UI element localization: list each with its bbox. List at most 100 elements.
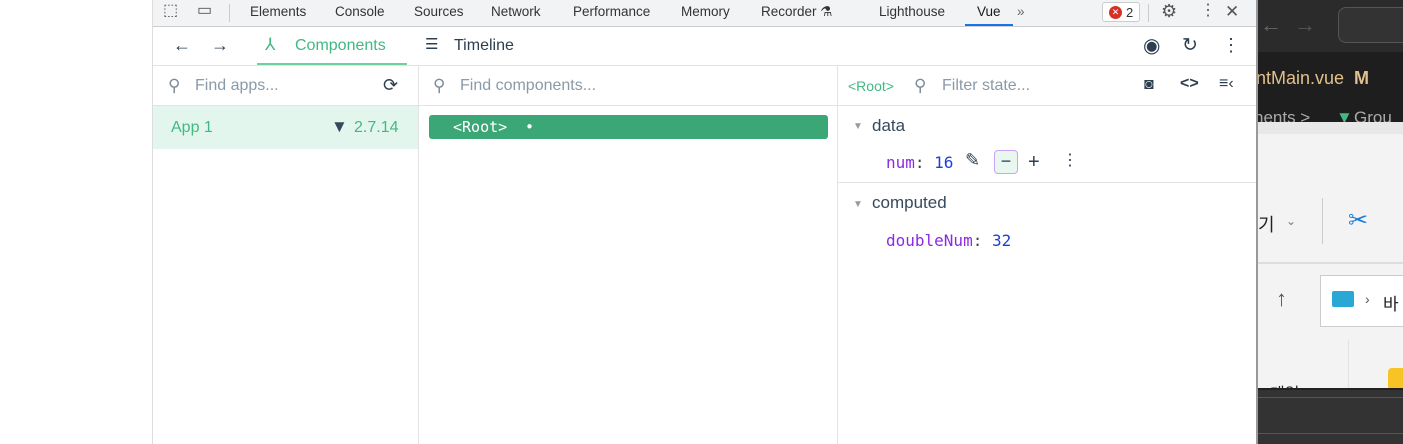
vue-file-icon: ▼: [1336, 108, 1353, 122]
divider: [1148, 4, 1149, 22]
tab-recorder[interactable]: Recorder ⚗: [761, 4, 832, 20]
error-badge[interactable]: ✕ 2: [1102, 2, 1140, 22]
active-tab-indicator: [965, 24, 1013, 26]
tab-vue[interactable]: Vue: [977, 4, 1001, 19]
editor-breadcrumb: nents > ▼ Grou: [1258, 104, 1403, 122]
folder-icon: [1388, 368, 1403, 390]
folder-icon: [1332, 291, 1354, 307]
editor-file-name: ntMain.vue: [1256, 68, 1345, 88]
inspect-dom-icon[interactable]: ◙: [1144, 77, 1154, 93]
tab-recorder-label: Recorder: [761, 4, 817, 19]
section-title: computed: [872, 193, 947, 212]
field-more-icon[interactable]: ⋮: [1062, 153, 1078, 169]
editor-file-status: M: [1354, 68, 1369, 88]
expand-triangle-icon[interactable]: ▼: [853, 199, 863, 210]
section-title: data: [872, 116, 906, 135]
devtools-tab-bar: ⬚ ▭ Elements Console Sources Network Per…: [153, 0, 1256, 27]
address-bar: [1338, 7, 1403, 43]
vue-logo-icon: ▼: [331, 117, 348, 136]
find-apps-input[interactable]: Find apps...: [195, 77, 279, 95]
expand-triangle-icon[interactable]: ▼: [853, 121, 863, 132]
refresh-apps-icon[interactable]: ⟳: [383, 76, 398, 94]
tab-sources[interactable]: Sources: [414, 4, 464, 19]
divider: [1322, 198, 1323, 244]
more-tabs-icon[interactable]: »: [1017, 4, 1025, 19]
breadcrumb-text: nents >: [1258, 108, 1311, 122]
breadcrumb-text: Grou: [1354, 108, 1392, 122]
tab-lighthouse[interactable]: Lighthouse: [879, 4, 945, 19]
tab-performance[interactable]: Performance: [573, 4, 650, 19]
state-panel: <Root> ⚲ Filter state... ◙ <> ≡‹ ▼ data …: [838, 66, 1257, 444]
apps-search-bar: ⚲ Find apps... ⟳: [153, 66, 418, 106]
editor-tab: ntMain.vue M: [1258, 52, 1403, 104]
select-component-target-icon[interactable]: ◉: [1143, 36, 1160, 56]
search-icon: ⚲: [914, 76, 927, 95]
tab-memory[interactable]: Memory: [681, 4, 730, 19]
app-name: App 1: [171, 119, 213, 136]
search-icon: ⚲: [433, 76, 446, 95]
explorer-address-bar: › 바: [1320, 275, 1403, 327]
flask-icon: ⚗: [820, 4, 833, 19]
divider: [1258, 262, 1403, 264]
background-windows: ← → ntMain.vue M nents > ▼ Grou 기 ⌄ ✂ ↑ …: [1256, 0, 1403, 444]
field-key: num: [886, 153, 915, 172]
decrement-button[interactable]: −: [994, 150, 1018, 174]
korean-label: 기: [1258, 215, 1275, 235]
tab-components[interactable]: ⅄ Components: [257, 27, 407, 65]
tab-console[interactable]: Console: [335, 4, 385, 19]
chevron-down-icon: ⌄: [1286, 214, 1297, 228]
browser-toolbar: ← →: [1258, 0, 1403, 52]
field-key: doubleNum: [886, 231, 973, 250]
refresh-icon[interactable]: ↻: [1182, 36, 1198, 55]
timeline-label: Timeline: [454, 37, 514, 54]
taskbar: [1258, 388, 1403, 444]
device-toolbar-icon[interactable]: ▭: [197, 3, 212, 19]
inspect-element-icon[interactable]: ⬚: [163, 3, 178, 19]
state-section-computed: ▼ computed doubleNum: 32: [838, 184, 1257, 264]
collapse-icon[interactable]: ≡‹: [1219, 76, 1234, 92]
find-components-input[interactable]: Find components...: [460, 77, 596, 95]
timeline-icon: ☰: [425, 36, 439, 53]
tab-timeline[interactable]: ☰ Timeline: [423, 27, 533, 65]
apps-panel: ⚲ Find apps... ⟳ App 1 ▼ 2.7.14: [153, 66, 419, 444]
selected-component-name: <Root>: [848, 78, 894, 94]
up-arrow-icon: ↑: [1276, 286, 1287, 311]
vue-toolbar: ← → ⅄ Components ☰ Timeline ◉ ↻ ⋮: [153, 27, 1256, 66]
search-icon: ⚲: [168, 76, 181, 95]
more-menu-icon[interactable]: ⋮: [1222, 36, 1240, 54]
chevron-right-icon: ›: [1365, 291, 1370, 307]
path-segment: 바: [1383, 295, 1399, 314]
increment-button[interactable]: +: [1028, 152, 1040, 172]
vue-devtools: ⬚ ▭ Elements Console Sources Network Per…: [152, 0, 1257, 444]
state-section-data: ▼ data num: 16 ✎ − + ⋮: [838, 106, 1257, 183]
back-arrow-icon[interactable]: ←: [173, 36, 191, 54]
component-dot: •: [525, 118, 535, 136]
back-arrow-icon: ←: [1260, 12, 1282, 37]
field-value: 16: [934, 153, 954, 172]
component-name: <Root>: [453, 118, 508, 136]
open-in-editor-icon[interactable]: <>: [1180, 76, 1199, 92]
components-tree-icon: ⅄: [265, 35, 276, 54]
filter-state-input[interactable]: Filter state...: [942, 77, 1030, 95]
window-edge: [1258, 122, 1403, 134]
state-field-doublenum: doubleNum: 32: [886, 231, 1012, 250]
more-options-icon[interactable]: ⋮: [1200, 3, 1216, 19]
error-count: 2: [1126, 5, 1134, 20]
divider: [229, 4, 230, 22]
field-value: 32: [991, 231, 1012, 250]
state-field-num: num: 16: [886, 153, 954, 172]
components-panel: ⚲ Find components... <Root> •: [419, 66, 838, 444]
tab-network[interactable]: Network: [491, 4, 541, 19]
state-header: <Root> ⚲ Filter state... ◙ <> ≡‹: [838, 66, 1257, 106]
tab-elements[interactable]: Elements: [250, 4, 306, 19]
components-label: Components: [295, 37, 386, 54]
error-icon: ✕: [1109, 6, 1122, 19]
settings-gear-icon[interactable]: ⚙: [1161, 2, 1177, 20]
component-tree-item-root[interactable]: <Root> •: [429, 115, 828, 139]
scissors-icon: ✂: [1348, 207, 1369, 234]
app-list-item[interactable]: App 1 ▼ 2.7.14: [153, 106, 418, 149]
close-devtools-icon[interactable]: ✕: [1225, 3, 1239, 20]
edit-pencil-icon[interactable]: ✎: [965, 151, 980, 169]
forward-arrow-icon[interactable]: →: [211, 36, 229, 54]
vue-version: 2.7.14: [354, 119, 399, 136]
